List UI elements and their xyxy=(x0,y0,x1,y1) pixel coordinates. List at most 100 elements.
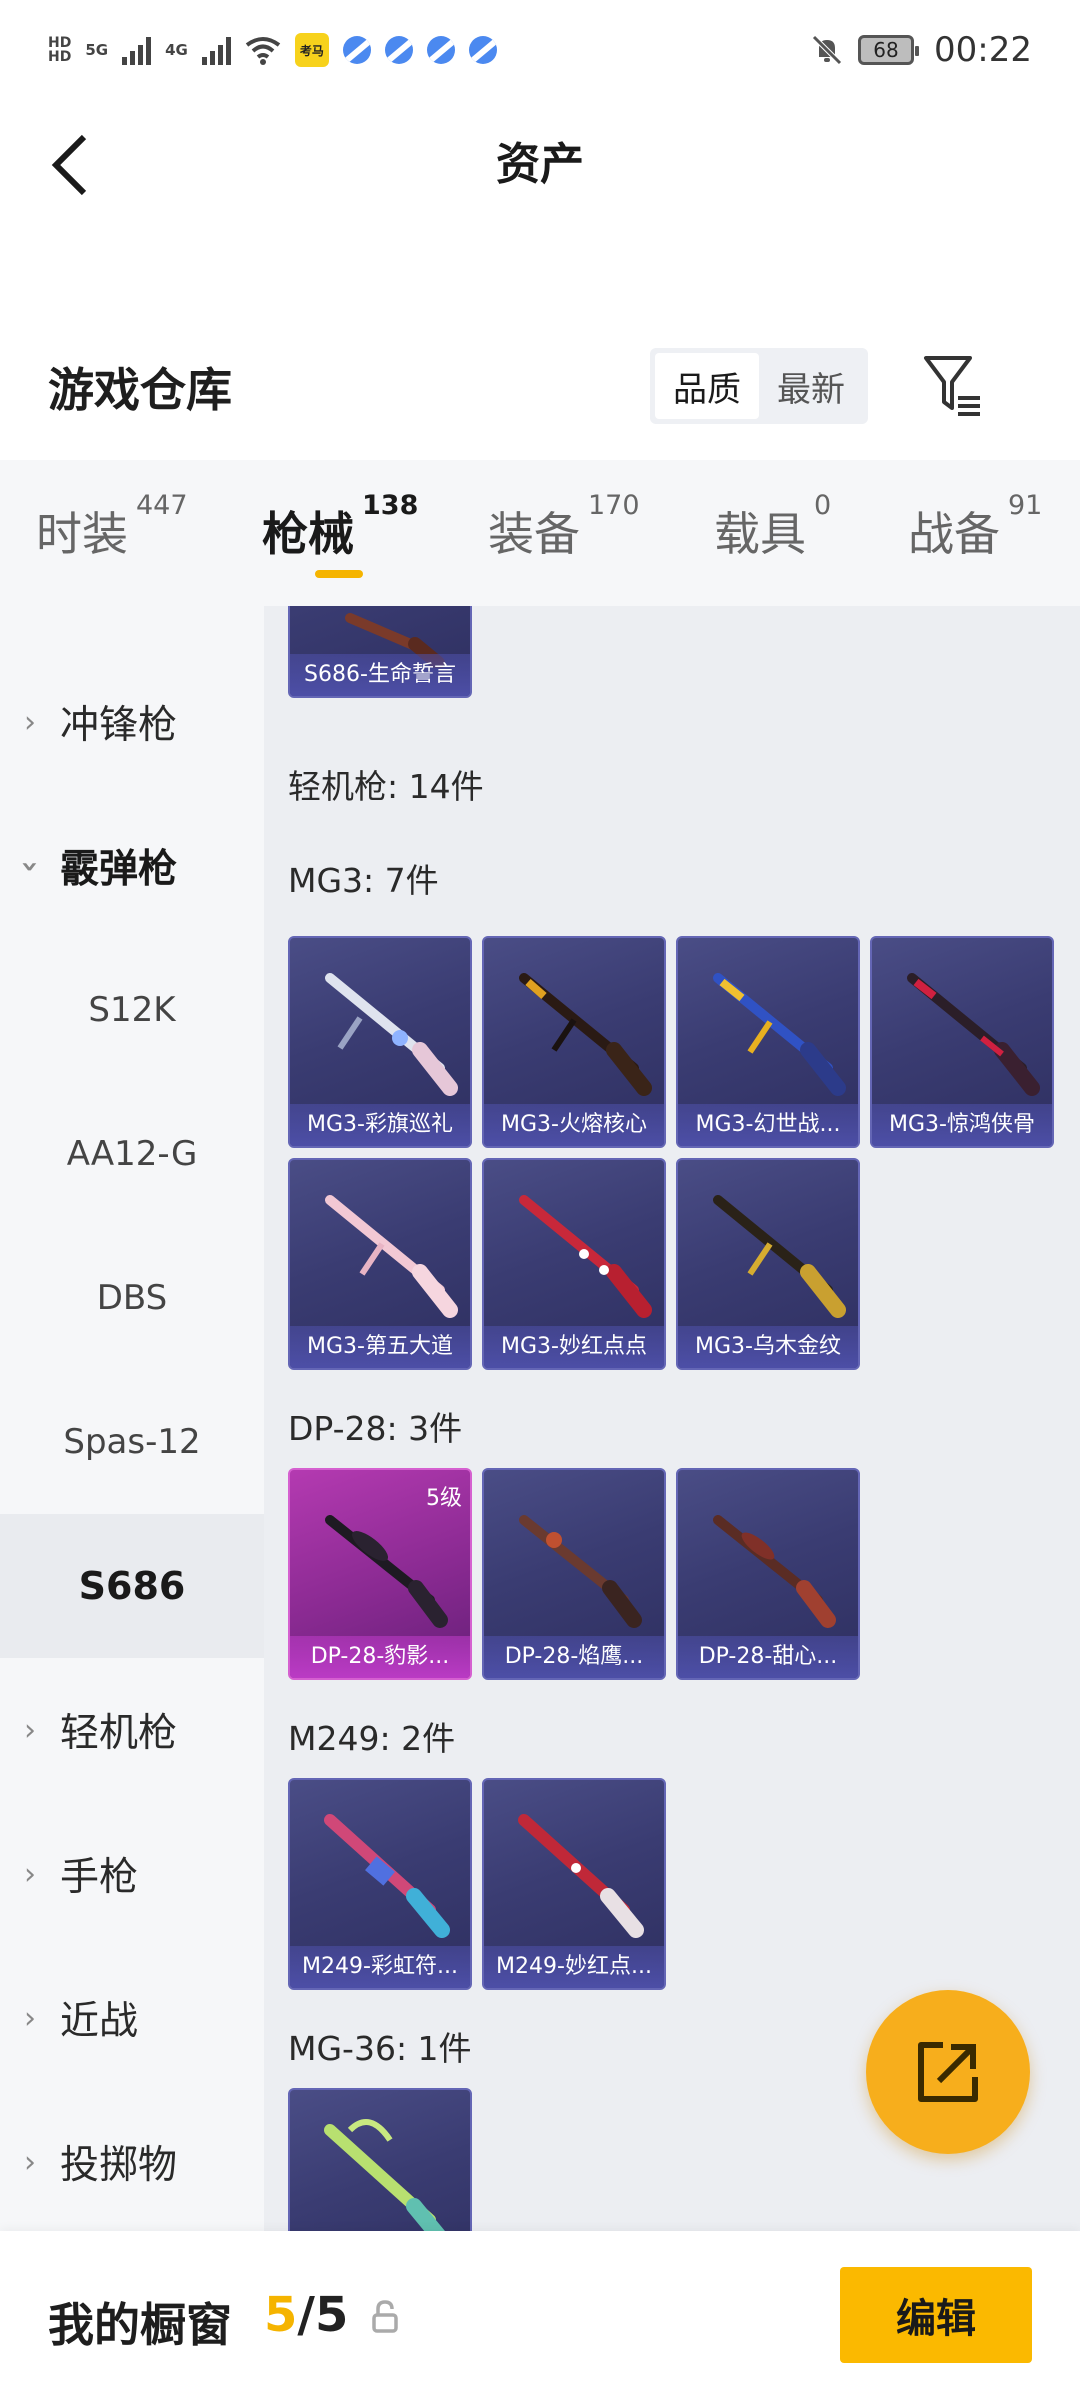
network-4g-label: 4G xyxy=(165,41,188,59)
sidebar-subitem-spas12[interactable]: Spas-12 xyxy=(0,1370,264,1514)
sidebar-item-smg[interactable]: › 冲锋枪 xyxy=(0,650,264,794)
filter-button[interactable] xyxy=(920,350,986,422)
group-title: MG3: 7件 xyxy=(288,861,439,900)
tab-guns[interactable]: 枪械 138 xyxy=(262,490,418,564)
network-5g-label: 5G xyxy=(85,41,109,59)
item-card[interactable]: DP-28-甜心... xyxy=(676,1468,860,1680)
app-notification-icon xyxy=(342,36,371,64)
item-name: MG3-第五大道 xyxy=(290,1326,470,1368)
share-fab-button[interactable] xyxy=(866,1990,1030,2154)
tab-label: 载具 xyxy=(714,507,806,561)
tab-supplies[interactable]: 战备 91 xyxy=(908,490,1042,564)
tab-label: 枪械 xyxy=(262,507,354,561)
item-name: MG3-妙红点点 xyxy=(484,1326,664,1368)
tab-fashion[interactable]: 时装 447 xyxy=(36,490,188,564)
tab-equipment[interactable]: 装备 170 xyxy=(488,490,640,564)
edit-button[interactable]: 编辑 xyxy=(840,2267,1032,2363)
tab-count: 91 xyxy=(1008,490,1043,521)
item-name: DP-28-甜心... xyxy=(678,1636,858,1678)
tab-count: 447 xyxy=(136,490,188,521)
showcase-label: 我的橱窗 xyxy=(48,2298,232,2352)
item-name: MG3-彩旗巡礼 xyxy=(290,1104,470,1146)
weapon-type-sidebar: › 冲锋枪 › 霰弹枪 S12K AA12-G DBS Spas-12 S686 ›… xyxy=(0,606,264,2231)
item-card[interactable]: MG3-惊鸿侠骨 xyxy=(870,936,1054,1148)
tab-label: 时装 xyxy=(36,507,128,561)
item-card[interactable]: MG3-妙红点点 xyxy=(482,1158,666,1370)
hd-indicator: HD HD xyxy=(48,35,72,65)
tab-count: 0 xyxy=(814,490,832,521)
chevron-right-icon: › xyxy=(24,1856,36,1892)
sidebar-subitem-aa12g[interactable]: AA12-G xyxy=(0,1082,264,1226)
mg3-skin-image xyxy=(907,973,1040,1096)
item-card[interactable]: S686-生命誓言 xyxy=(288,606,472,698)
item-card[interactable]: DP-28-焰鹰... xyxy=(482,1468,666,1680)
showcase-count: 5/5 xyxy=(264,2287,348,2343)
mg3-skin-image xyxy=(713,1195,846,1318)
sidebar-item-lmg[interactable]: › 轻机枪 xyxy=(0,1658,264,1802)
active-tab-indicator xyxy=(315,570,363,578)
tab-label: 战备 xyxy=(908,507,1000,561)
showcase-count-separator: / xyxy=(297,2287,315,2343)
sidebar-item-throwable[interactable]: › 投掷物 xyxy=(0,2090,264,2231)
mg3-skin-image xyxy=(325,1195,458,1318)
tab-vehicles[interactable]: 载具 0 xyxy=(714,490,831,564)
section-title: 游戏仓库 xyxy=(48,363,232,417)
sidebar-subitem-s12k[interactable]: S12K xyxy=(0,938,264,1082)
chevron-right-icon: › xyxy=(24,2144,36,2180)
external-share-icon xyxy=(918,2042,978,2102)
filter-icon xyxy=(924,356,980,416)
m249-skin-image xyxy=(518,1814,644,1938)
sort-toggle: 品质 最新 xyxy=(650,348,868,424)
sidebar-item-shotgun[interactable]: › 霰弹枪 xyxy=(0,794,264,938)
item-card[interactable]: 5级 DP-28-豹影... xyxy=(288,1468,472,1680)
item-card[interactable]: MG3-幻世战... xyxy=(676,936,860,1148)
back-button[interactable] xyxy=(40,130,100,200)
chevron-right-icon: › xyxy=(24,704,36,740)
dp28-skin-image xyxy=(713,1515,836,1628)
item-card[interactable]: M249-彩虹符... xyxy=(288,1778,472,1990)
status-left: HD HD 5G 4G 考马 xyxy=(48,33,497,67)
section-header: 游戏仓库 品质 最新 xyxy=(0,330,1080,450)
item-card[interactable]: MG3-第五大道 xyxy=(288,1158,472,1370)
chevron-right-icon: › xyxy=(24,1712,36,1748)
status-right: 68 00:22 xyxy=(810,30,1032,70)
sort-newest-button[interactable]: 最新 xyxy=(759,353,863,419)
sidebar-item-melee[interactable]: › 近战 xyxy=(0,1946,264,2090)
status-bar: HD HD 5G 4G 考马 68 00:22 xyxy=(0,0,1080,100)
showcase-count-total: 5 xyxy=(314,2287,349,2343)
item-name: S686-生命誓言 xyxy=(290,654,470,696)
item-name: M249-彩虹符... xyxy=(290,1946,470,1988)
item-name: M249-妙红点... xyxy=(484,1946,664,1988)
chevron-right-icon: › xyxy=(24,2000,36,2036)
sidebar-item-label: 投掷物 xyxy=(60,2143,178,2188)
item-card[interactable]: MG3-乌木金纹 xyxy=(676,1158,860,1370)
item-card[interactable]: MG3-彩旗巡礼 xyxy=(288,936,472,1148)
app-notification-icon xyxy=(468,36,497,64)
clock: 00:22 xyxy=(934,30,1032,70)
wifi-icon xyxy=(245,37,281,65)
sidebar-item-label: 近战 xyxy=(60,1999,139,2044)
chevron-left-icon xyxy=(51,134,87,196)
tab-count: 170 xyxy=(588,490,640,521)
item-name: MG3-火熔核心 xyxy=(484,1104,664,1146)
tab-label: 装备 xyxy=(488,507,580,561)
sidebar-subitem-s686[interactable]: S686 xyxy=(0,1514,264,1658)
page-title: 资产 xyxy=(496,139,584,190)
app-notification-icon xyxy=(384,36,413,64)
item-card[interactable]: MG3-火熔核心 xyxy=(482,936,666,1148)
sort-quality-button[interactable]: 品质 xyxy=(655,353,759,419)
item-name: MG3-惊鸿侠骨 xyxy=(872,1104,1052,1146)
item-card[interactable]: M249-妙红点... xyxy=(482,1778,666,1990)
item-name: DP-28-豹影... xyxy=(290,1636,470,1678)
category-tabs: 时装 447 枪械 138 装备 170 载具 0 战备 91 xyxy=(0,460,1080,606)
app-notification-icon: 考马 xyxy=(294,33,329,67)
sidebar-item-pistol[interactable]: › 手枪 xyxy=(0,1802,264,1946)
item-name: MG3-乌木金纹 xyxy=(678,1326,858,1368)
mg36-skin-image xyxy=(324,2119,445,2231)
item-name: DP-28-焰鹰... xyxy=(484,1636,664,1678)
group-title: M249: 2件 xyxy=(288,1719,456,1758)
mute-bell-icon xyxy=(812,35,842,65)
item-card[interactable] xyxy=(288,2088,472,2231)
sidebar-item-label: 霰弹枪 xyxy=(60,847,178,892)
sidebar-subitem-dbs[interactable]: DBS xyxy=(0,1226,264,1370)
